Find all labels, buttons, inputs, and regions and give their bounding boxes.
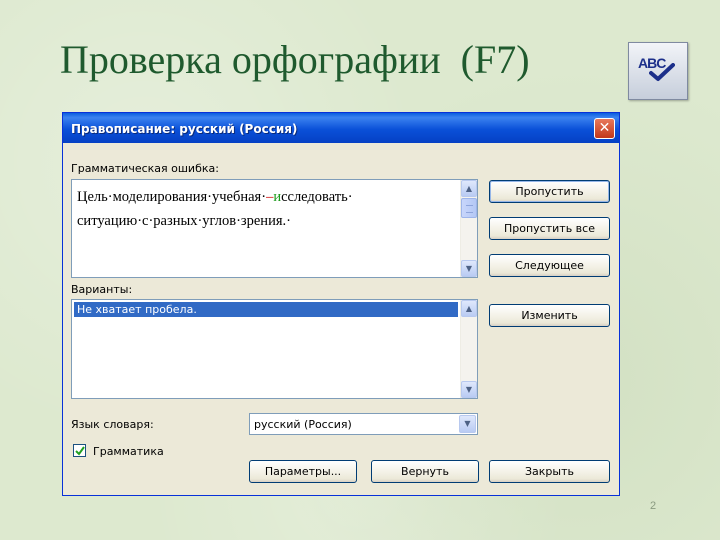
error-text-after: сследовать· xyxy=(281,189,353,205)
error-label: Грамматическая ошибка: xyxy=(71,162,219,175)
next-button[interactable]: Следующее xyxy=(489,254,610,277)
dictionary-select[interactable]: русский (Россия) ▼ xyxy=(249,413,478,435)
dialog-title: Правописание: русский (Россия) xyxy=(71,122,298,136)
error-text-area[interactable]: Цель·моделирования·учебная·–исследовать·… xyxy=(71,179,478,278)
checkmark-icon xyxy=(649,63,675,81)
slide-title: Проверка орфографии (F7) xyxy=(60,37,530,82)
suggestions-scrollbar[interactable]: ▲ ▼ xyxy=(460,300,477,398)
dialog-titlebar[interactable]: Правописание: русский (Россия) ✕ xyxy=(63,113,619,143)
grammar-label: Грамматика xyxy=(93,445,164,458)
options-button[interactable]: Параметры... xyxy=(249,460,357,483)
scroll-up-icon[interactable]: ▲ xyxy=(461,180,477,197)
scroll-thumb[interactable] xyxy=(461,198,477,218)
error-text: Цель·моделирования·учебная·–исследовать·… xyxy=(77,185,457,233)
abc-check-icon[interactable]: ABC xyxy=(628,42,688,100)
list-item[interactable]: Не хватает пробела. xyxy=(74,302,458,317)
change-button[interactable]: Изменить xyxy=(489,304,610,327)
error-text-highlight: и xyxy=(273,189,282,205)
suggestions-label: Варианты: xyxy=(71,283,133,296)
error-scrollbar[interactable]: ▲ ▼ xyxy=(460,180,477,277)
undo-button[interactable]: Вернуть xyxy=(371,460,479,483)
dictionary-value: русский (Россия) xyxy=(254,418,352,431)
close-icon[interactable]: ✕ xyxy=(594,118,615,139)
grammar-checkbox[interactable] xyxy=(73,444,86,457)
scroll-down-icon[interactable]: ▼ xyxy=(461,381,477,398)
skip-button[interactable]: Пропустить xyxy=(489,180,610,203)
error-text-before: Цель·моделирования·учебная· xyxy=(77,189,267,205)
check-icon xyxy=(75,446,85,456)
close-button[interactable]: Закрыть xyxy=(489,460,610,483)
error-text-line2: ситуацию·с·разных·углов·зрения.· xyxy=(77,213,291,229)
suggestions-list[interactable]: Не хватает пробела. ▲ ▼ xyxy=(71,299,478,399)
scroll-down-icon[interactable]: ▼ xyxy=(461,260,477,277)
page-number: 2 xyxy=(650,500,657,512)
chevron-down-icon[interactable]: ▼ xyxy=(459,415,476,433)
scroll-up-icon[interactable]: ▲ xyxy=(461,300,477,317)
skip-all-button[interactable]: Пропустить все xyxy=(489,217,610,240)
dictionary-label: Язык словаря: xyxy=(71,418,154,431)
spelling-dialog: Правописание: русский (Россия) ✕ Граммат… xyxy=(62,112,620,496)
